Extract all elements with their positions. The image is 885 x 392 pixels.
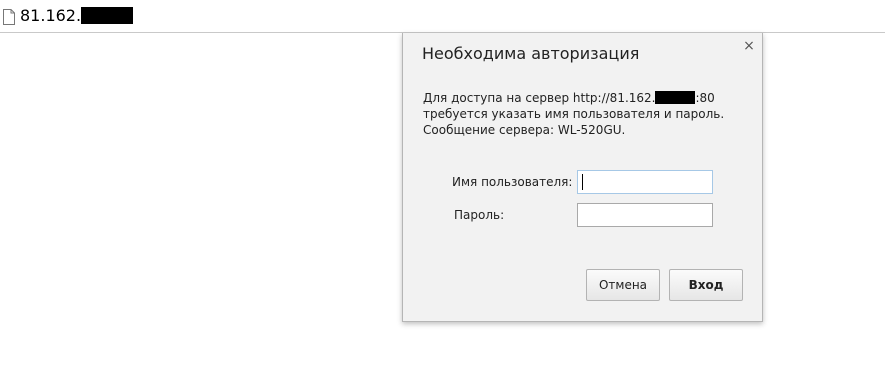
auth-message: Для доступа на сервер http://81.162.:80 … <box>423 90 753 138</box>
text-caret <box>582 174 583 190</box>
address-bar[interactable]: 81.162. <box>0 0 885 33</box>
password-label: Пароль: <box>454 208 505 222</box>
message-line2: требуется указать имя пользователя и пар… <box>423 107 725 121</box>
dialog-title: Необходима авторизация <box>422 44 640 63</box>
username-label: Имя пользователя: <box>452 175 573 189</box>
url-prefix: 81.162. <box>20 6 82 25</box>
url-text[interactable]: 81.162. <box>20 6 134 26</box>
login-button[interactable]: Вход <box>669 269 743 301</box>
username-input[interactable] <box>577 170 713 194</box>
message-line3: Сообщение сервера: WL-520GU. <box>423 123 626 137</box>
message-line1-prefix: Для доступа на сервер http://81.162. <box>423 91 656 105</box>
password-input[interactable] <box>577 203 713 227</box>
redacted-block <box>655 91 696 104</box>
page-icon <box>3 9 15 25</box>
message-line1-suffix: :80 <box>695 91 715 105</box>
cancel-button[interactable]: Отмена <box>586 269 660 301</box>
auth-dialog: Необходима авторизация × Для доступа на … <box>402 33 763 322</box>
redacted-block <box>81 6 134 24</box>
close-icon[interactable]: × <box>742 39 756 53</box>
